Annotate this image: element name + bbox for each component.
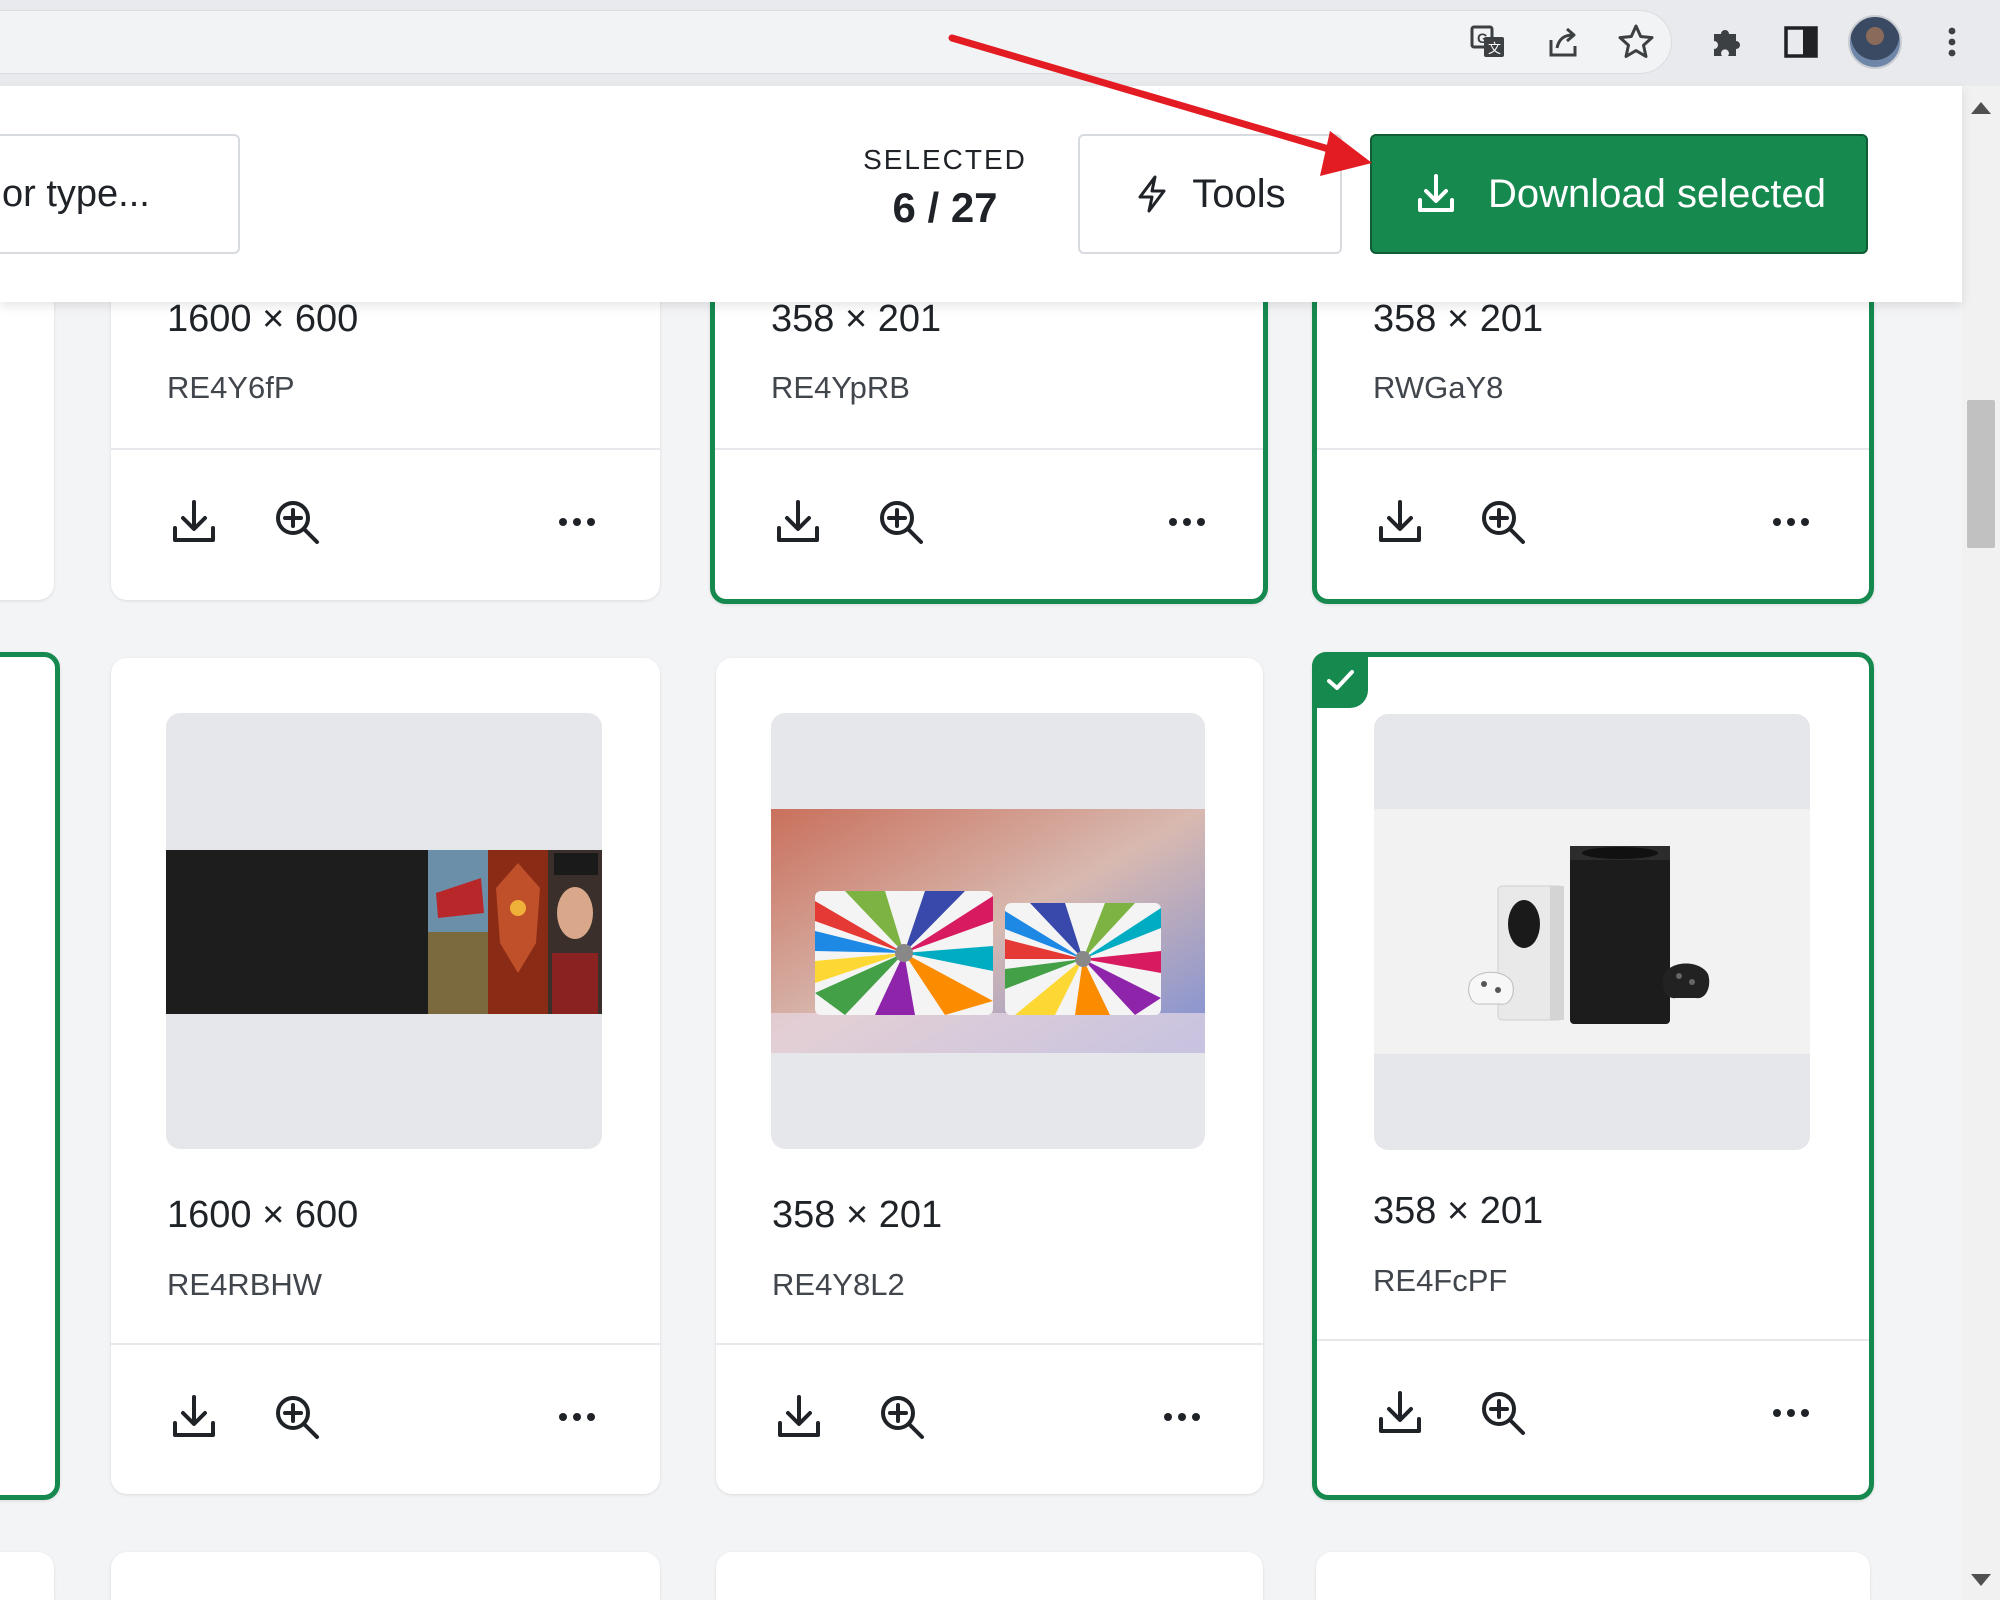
image-card-partial[interactable] <box>0 1552 54 1600</box>
scroll-thumb[interactable] <box>1967 400 1995 548</box>
download-icon[interactable] <box>1372 494 1428 550</box>
side-panel-icon[interactable] <box>1775 16 1827 68</box>
zoom-in-icon[interactable] <box>1475 494 1531 550</box>
download-icon[interactable] <box>770 494 826 550</box>
image-dimensions: 358 × 201 <box>772 1194 943 1236</box>
more-options-icon[interactable] <box>1159 494 1215 550</box>
download-selected-label: Download selected <box>1488 171 1826 216</box>
image-dimensions: 358 × 201 <box>1373 298 1544 340</box>
scroll-up-icon[interactable] <box>1971 102 1991 114</box>
image-name: RE4YpRB <box>771 370 910 405</box>
image-name: RE4RBHW <box>167 1267 323 1302</box>
image-card-selected[interactable]: 358 × 201 RE4FcPF <box>1312 652 1874 1500</box>
image-card[interactable]: 358 × 201 RE4Y8L2 <box>716 658 1263 1494</box>
filter-input[interactable] <box>0 134 240 254</box>
selected-count: 6 / 27 <box>892 184 998 231</box>
card-divider <box>1317 1339 1869 1341</box>
browser-toolbar: G文 <box>0 0 2000 86</box>
selected-check-icon[interactable] <box>1312 652 1368 708</box>
card-divider <box>716 1343 1263 1345</box>
colorful-console-thumbnail <box>771 809 1205 1053</box>
image-name: RE4Y8L2 <box>772 1267 905 1302</box>
image-card-selected-partial[interactable] <box>0 652 60 1500</box>
card-divider <box>111 448 660 450</box>
star-icon[interactable] <box>1610 16 1662 68</box>
address-bar[interactable] <box>0 10 1672 74</box>
download-selected-button[interactable]: Download selected <box>1370 134 1868 254</box>
image-card-partial[interactable] <box>716 1552 1263 1600</box>
zoom-in-icon[interactable] <box>874 1389 930 1445</box>
profile-avatar[interactable] <box>1848 15 1902 69</box>
more-options-icon[interactable] <box>1763 494 1819 550</box>
image-thumbnail[interactable] <box>166 713 602 1149</box>
image-name: RWGaY8 <box>1373 370 1504 405</box>
scroll-down-icon[interactable] <box>1971 1574 1991 1586</box>
download-icon <box>1418 174 1454 212</box>
menu-dots-icon[interactable] <box>1926 16 1978 68</box>
selected-label: SELECTED <box>863 144 1027 175</box>
game-banner-thumbnail <box>166 850 602 1014</box>
page-scrollbar[interactable] <box>1962 86 2000 1600</box>
more-options-icon[interactable] <box>1154 1389 1210 1445</box>
translate-icon[interactable]: G文 <box>1462 16 1514 68</box>
image-card-partial[interactable] <box>0 260 54 600</box>
zoom-in-icon[interactable] <box>269 1389 325 1445</box>
card-divider <box>1317 448 1869 450</box>
more-options-icon[interactable] <box>549 1389 605 1445</box>
download-icon[interactable] <box>166 1389 222 1445</box>
download-icon[interactable] <box>166 494 222 550</box>
share-icon[interactable] <box>1537 16 1589 68</box>
more-options-icon[interactable] <box>549 494 605 550</box>
image-thumbnail[interactable] <box>771 713 1205 1149</box>
download-icon[interactable] <box>771 1389 827 1445</box>
svg-text:文: 文 <box>1488 41 1501 56</box>
image-dimensions: 1600 × 600 <box>167 298 359 340</box>
tools-button[interactable]: Tools <box>1078 134 1342 254</box>
image-dimensions: 358 × 201 <box>1373 1190 1544 1232</box>
image-dimensions: 1600 × 600 <box>167 1194 359 1236</box>
download-icon[interactable] <box>1372 1385 1428 1441</box>
image-card-partial[interactable] <box>111 1552 660 1600</box>
image-name: RE4FcPF <box>1373 1263 1508 1298</box>
image-card[interactable]: 1600 × 600 RE4RBHW <box>111 658 660 1494</box>
image-name: RE4Y6fP <box>167 370 295 405</box>
card-divider <box>111 1343 660 1345</box>
card-divider <box>715 448 1263 450</box>
more-options-icon[interactable] <box>1763 1385 1819 1441</box>
tools-label: Tools <box>1192 171 1286 216</box>
selection-header: SELECTED 6 / 27 Tools Download selected <box>0 86 1962 302</box>
image-card-partial[interactable] <box>1316 1552 1870 1600</box>
extensions-icon[interactable] <box>1700 16 1752 68</box>
xbox-consoles-thumbnail <box>1374 809 1810 1054</box>
zoom-in-icon[interactable] <box>1475 1385 1531 1441</box>
zoom-in-icon[interactable] <box>873 494 929 550</box>
image-dimensions: 358 × 201 <box>771 298 942 340</box>
bolt-icon <box>1138 175 1166 213</box>
zoom-in-icon[interactable] <box>269 494 325 550</box>
image-thumbnail[interactable] <box>1374 714 1810 1150</box>
